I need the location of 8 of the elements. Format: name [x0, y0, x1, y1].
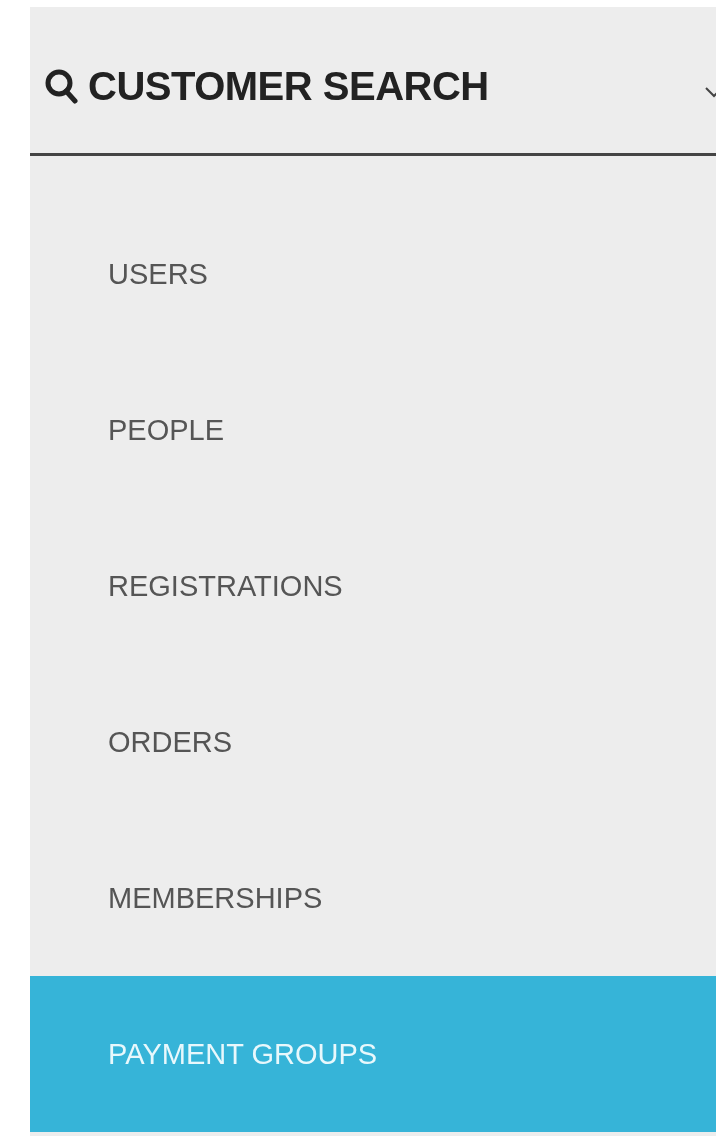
menu-item[interactable]: MEMBERSHIPS — [30, 820, 716, 976]
menu-item[interactable]: PEOPLE — [30, 352, 716, 508]
section-title: CUSTOMER SEARCH — [88, 63, 489, 109]
section-header[interactable]: CUSTOMER SEARCH — [30, 7, 716, 156]
menu-item[interactable]: USERS — [30, 196, 716, 352]
search-icon — [44, 68, 78, 104]
menu-item[interactable]: ORDERS — [30, 664, 716, 820]
menu-item[interactable]: REGISTRATIONS — [30, 508, 716, 664]
